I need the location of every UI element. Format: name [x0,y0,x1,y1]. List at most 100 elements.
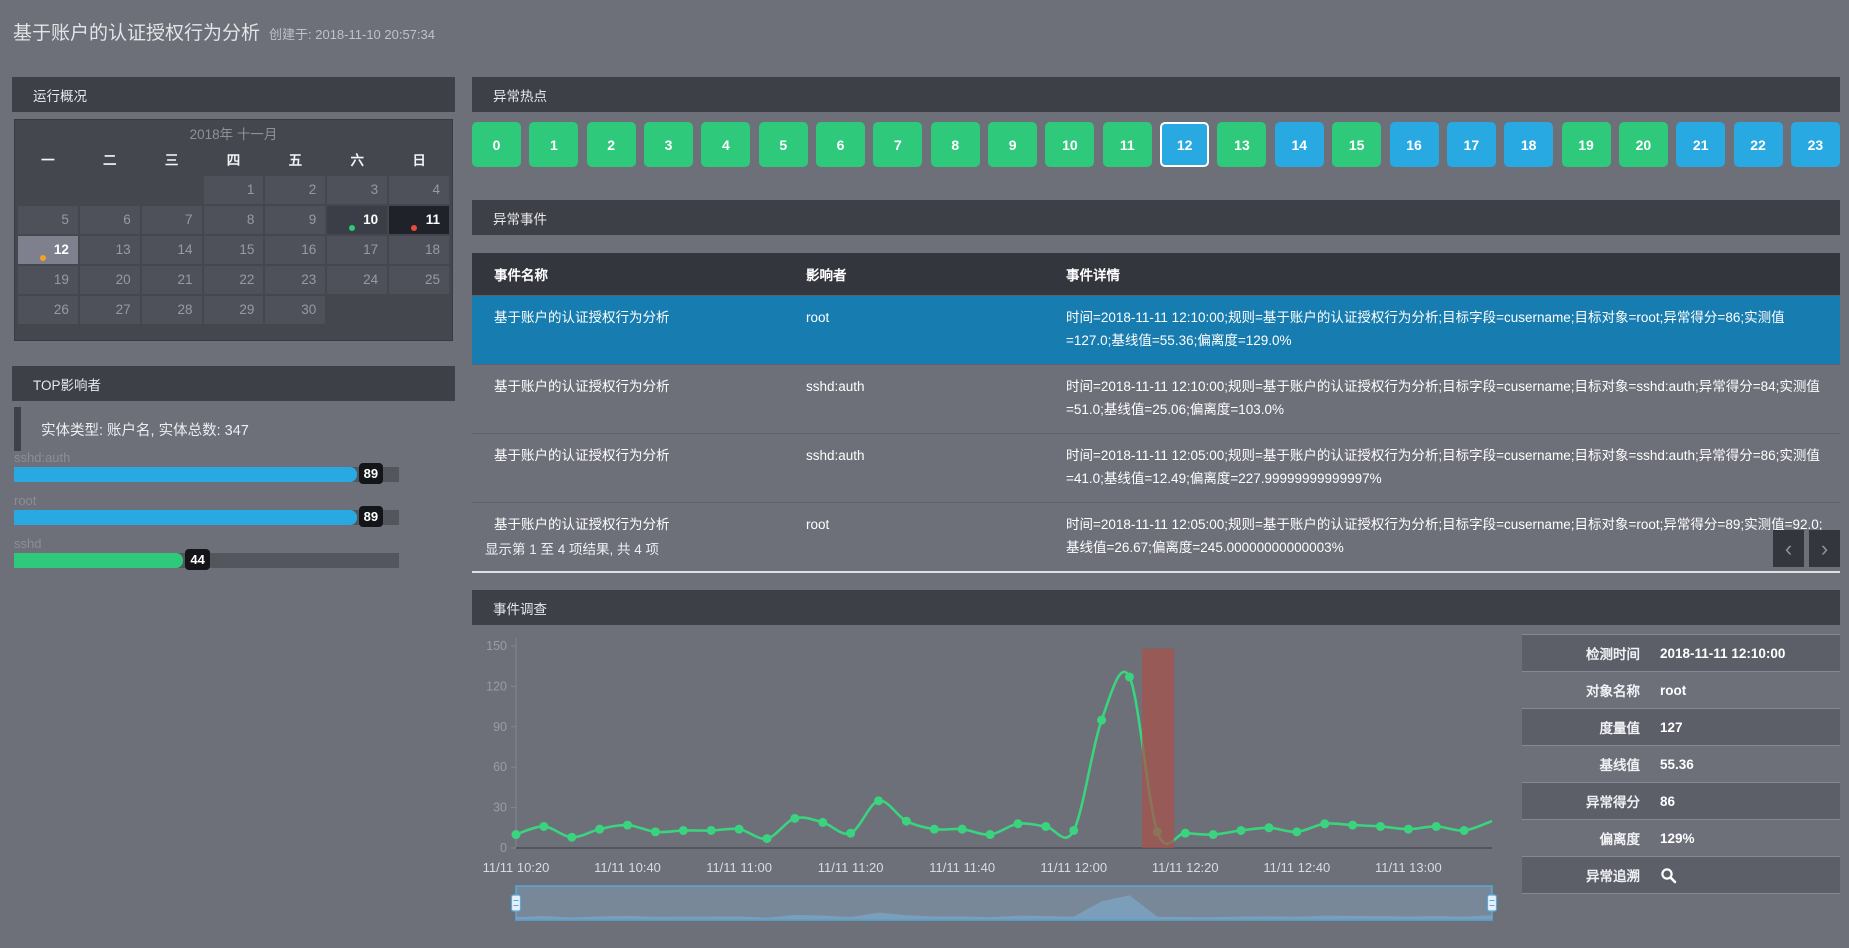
calendar-day[interactable]: 15 [204,236,264,264]
calendar-day[interactable]: 22 [204,266,264,294]
calendar-empty-cell [18,176,78,204]
calendar-day[interactable]: 20 [80,266,140,294]
calendar-day[interactable]: 10 [327,206,387,234]
data-point [1069,826,1078,835]
datazoom-handle-left[interactable] [512,895,521,911]
hotspot-hour-button[interactable]: 15 [1332,122,1381,167]
hotspot-hour-button[interactable]: 4 [701,122,750,167]
calendar-day[interactable]: 7 [142,206,202,234]
detail-label: 度量值 [1522,717,1640,737]
events-table-header: 事件名称影响者事件详情 [472,253,1840,296]
events-table: 事件名称影响者事件详情 基于账户的认证授权行为分析root时间=2018-11-… [472,253,1840,573]
hotspot-hours-row: 01234567891011121314151617181920212223 [472,122,1840,167]
y-axis-tick-label: 30 [493,801,507,815]
calendar-day[interactable]: 23 [265,266,325,294]
hotspot-hour-button[interactable]: 18 [1504,122,1553,167]
calendar-day[interactable]: 19 [18,266,78,294]
y-axis-tick-label: 90 [493,720,507,734]
data-point [1376,822,1385,831]
calendar-day[interactable]: 14 [142,236,202,264]
data-point [1348,821,1357,830]
datazoom-handle-right[interactable] [1488,895,1497,911]
calendar-day[interactable]: 24 [327,266,387,294]
events-table-row[interactable]: 基于账户的认证授权行为分析root时间=2018-11-11 12:10:00;… [472,296,1840,365]
created-timestamp: 创建于: 2018-11-10 20:57:34 [269,27,435,42]
calendar-day[interactable]: 29 [204,296,264,324]
hotspot-hour-button[interactable]: 0 [472,122,521,167]
hotspot-hour-button[interactable]: 2 [587,122,636,167]
hotspot-hour-button[interactable]: 17 [1447,122,1496,167]
calendar-day[interactable]: 5 [18,206,78,234]
hotspot-hour-button[interactable]: 7 [873,122,922,167]
hotspot-hour-button[interactable]: 13 [1217,122,1266,167]
hotspot-hour-button[interactable]: 22 [1734,122,1783,167]
calendar-day[interactable]: 12 [18,236,78,264]
events-column-header: 影响者 [784,253,1044,296]
hotspot-hour-button[interactable]: 20 [1619,122,1668,167]
events-table-row[interactable]: 基于账户的认证授权行为分析root时间=2018-11-11 12:05:00;… [472,502,1840,571]
x-axis-tick-label: 11/11 13:00 [1375,860,1442,875]
hotspot-hour-button[interactable]: 16 [1390,122,1439,167]
calendar-day[interactable]: 9 [265,206,325,234]
chevron-left-icon[interactable]: ‹ [1773,530,1804,567]
data-point [1264,823,1273,832]
data-point [707,826,716,835]
hotspot-hour-button[interactable]: 14 [1275,122,1324,167]
hotspot-hour-button[interactable]: 8 [931,122,980,167]
data-point [1209,830,1218,839]
data-point [790,814,799,823]
hotspot-hour-button[interactable]: 1 [529,122,578,167]
calendar-day[interactable]: 18 [389,236,449,264]
calendar-day[interactable]: 8 [204,206,264,234]
hotspot-hour-button[interactable]: 6 [816,122,865,167]
calendar-event-dot [411,225,417,231]
calendar-day[interactable]: 3 [327,176,387,204]
hotspot-hour-button[interactable]: 11 [1103,122,1152,167]
detail-value [1640,867,1677,884]
detail-row: 偏离度129% [1522,820,1840,857]
x-axis-tick-label: 11/11 10:40 [594,860,661,875]
data-point [651,827,660,836]
hotspot-hour-button[interactable]: 10 [1045,122,1094,167]
calendar-empty-cell [389,296,449,324]
data-point [958,825,967,834]
datazoom-brush[interactable] [516,886,1492,920]
calendar-day[interactable]: 21 [142,266,202,294]
hotspot-hour-button[interactable]: 5 [759,122,808,167]
calendar-day[interactable]: 4 [389,176,449,204]
event-detail-cell: 时间=2018-11-11 12:05:00;规则=基于账户的认证授权行为分析;… [1044,433,1840,502]
calendar-grid: 一二三四五六日123456789101112131415161718192021… [18,147,449,324]
influencer-bar-row: sshd:auth89 [14,450,399,482]
calendar-day[interactable]: 1 [204,176,264,204]
data-point [679,826,688,835]
calendar-day[interactable]: 13 [80,236,140,264]
chevron-right-icon[interactable]: › [1809,530,1840,567]
dashboard-title: 基于账户的认证授权行为分析 [13,23,260,44]
calendar-day[interactable]: 17 [327,236,387,264]
investigation-panel-title: 事件调查 [493,598,547,618]
hotspot-hour-button[interactable]: 23 [1791,122,1840,167]
calendar-day[interactable]: 30 [265,296,325,324]
hotspot-hour-button-selected[interactable]: 12 [1160,122,1209,167]
calendar-day[interactable]: 6 [80,206,140,234]
calendar-day[interactable]: 27 [80,296,140,324]
hotspot-hour-button[interactable]: 19 [1562,122,1611,167]
calendar-day[interactable]: 28 [142,296,202,324]
calendar-day[interactable]: 25 [389,266,449,294]
events-table-row[interactable]: 基于账户的认证授权行为分析sshd:auth时间=2018-11-11 12:1… [472,364,1840,433]
hotspot-hour-button[interactable]: 21 [1676,122,1725,167]
calendar-day[interactable]: 2 [265,176,325,204]
calendar-day[interactable]: 16 [265,236,325,264]
calendar-day[interactable]: 11 [389,206,449,234]
hotspot-hour-button[interactable]: 9 [988,122,1037,167]
detail-label: 偏离度 [1522,828,1640,848]
data-point [1125,672,1134,681]
calendar-day[interactable]: 26 [18,296,78,324]
hotspot-hour-button[interactable]: 3 [644,122,693,167]
magnifier-icon[interactable] [1660,867,1677,884]
event-name-cell: 基于账户的认证授权行为分析 [472,502,784,571]
events-table-row[interactable]: 基于账户的认证授权行为分析sshd:auth时间=2018-11-11 12:0… [472,433,1840,502]
event-name-cell: 基于账户的认证授权行为分析 [472,364,784,433]
events-panel-title: 异常事件 [493,208,547,228]
calendar-weekday: 六 [327,147,387,174]
